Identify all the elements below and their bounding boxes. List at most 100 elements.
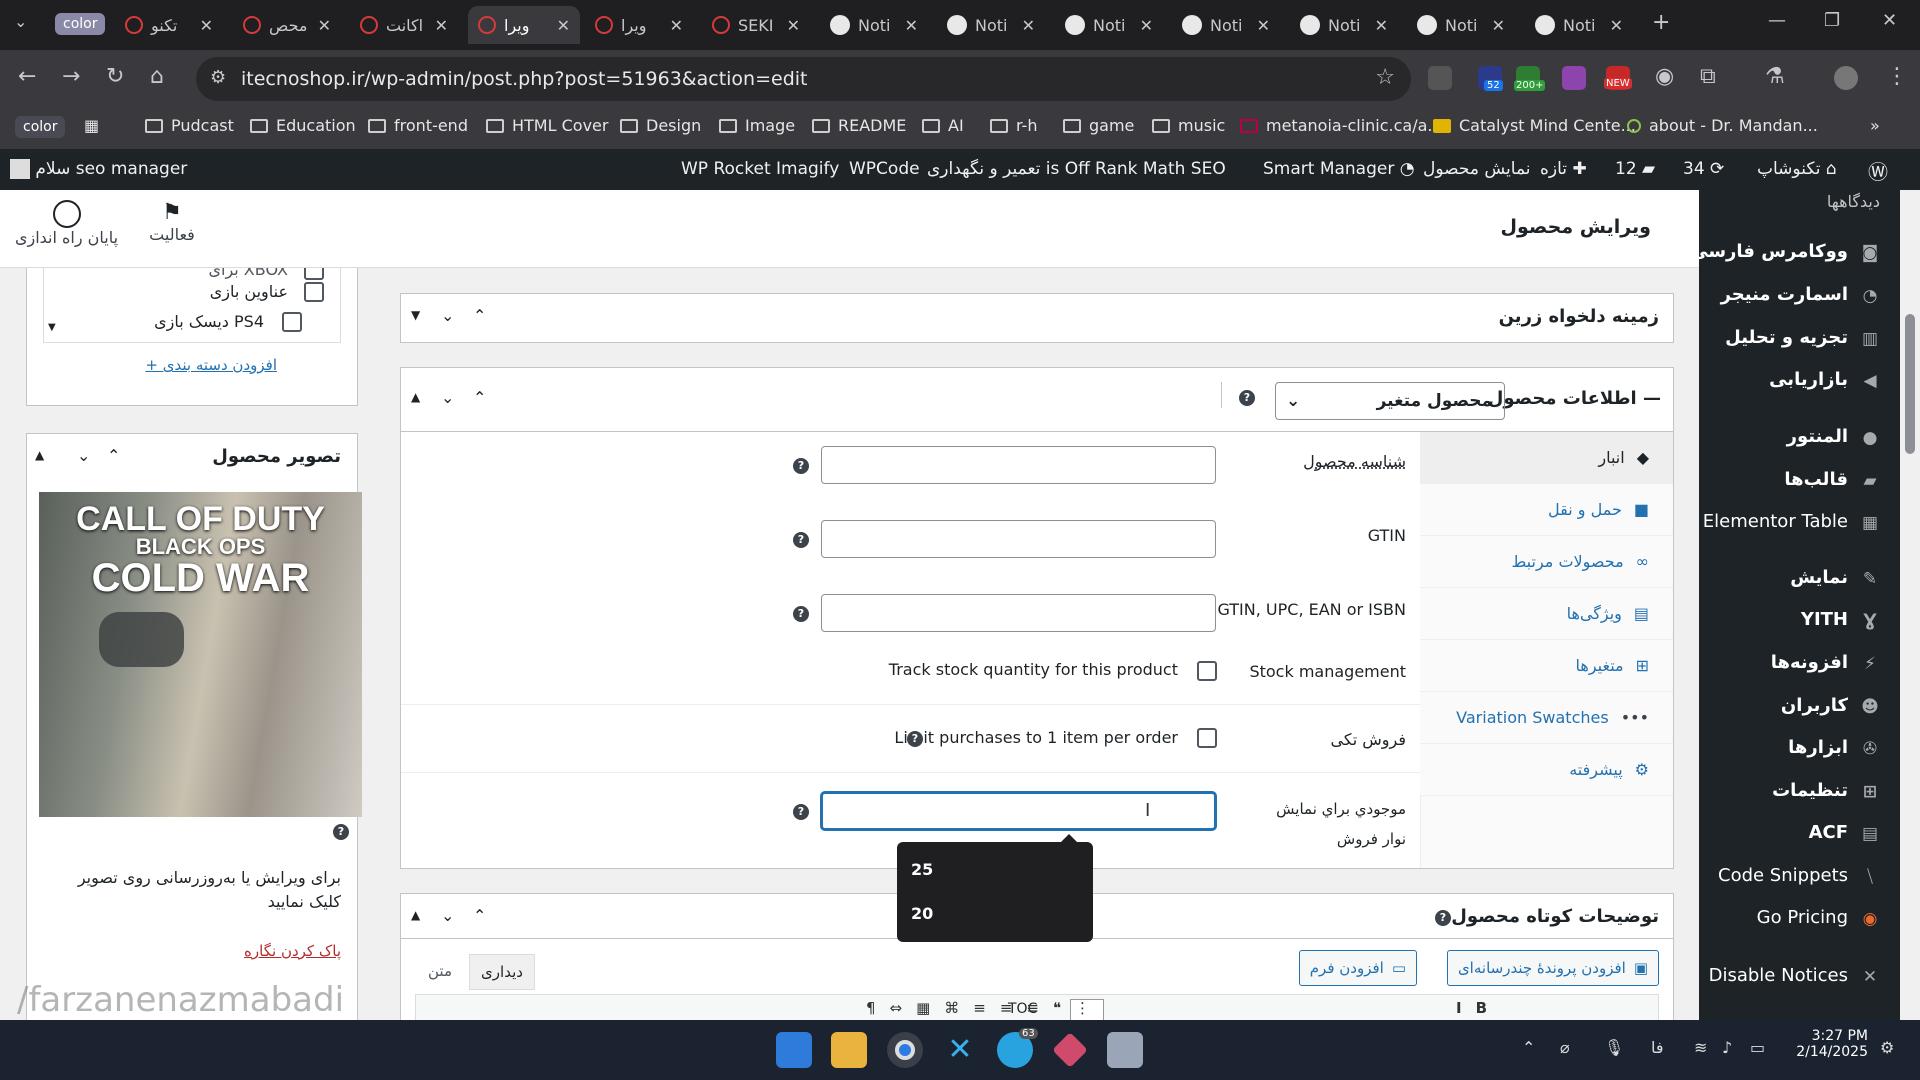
toggle-panel-icon[interactable]: ▼ — [411, 308, 420, 322]
chrome-icon[interactable] — [887, 1032, 923, 1068]
site-name-link[interactable]: تکنوشاپ ⌂ — [1757, 159, 1837, 179]
chevron-down-icon[interactable]: ⌄ — [77, 446, 90, 465]
product-type-select[interactable]: محصول متغیر ⌄ — [1275, 382, 1505, 420]
formatting-icons[interactable]: ¶⇔▦⌘≡≡≡❝⋮ — [866, 999, 1104, 1017]
tab-text[interactable]: متن — [415, 954, 465, 990]
bookmark-folder[interactable]: Pudcast — [145, 116, 234, 135]
category-checkbox[interactable] — [304, 282, 324, 302]
product-image[interactable]: CALL OF DUTY BLACK OPS COLD WAR — [39, 492, 362, 817]
close-icon[interactable]: ✕ — [1022, 16, 1035, 35]
chevron-up-icon[interactable]: ⌃ — [1522, 1038, 1535, 1057]
chevron-up-icon[interactable]: ⌃ — [107, 446, 120, 465]
manage-stock-checkbox[interactable] — [1197, 661, 1217, 681]
sidebar-item-plugins[interactable]: ⚡ افزونه‌ها — [1771, 652, 1880, 674]
browser-tab[interactable]: تکنو ✕ — [115, 6, 223, 44]
rank-math-link[interactable]: Rank Math SEO — [1095, 159, 1226, 179]
bookmark-link[interactable]: Catalyst Mind Cente... — [1433, 116, 1636, 135]
sidebar-item-smart-manager[interactable]: ◔ اسمارت منیجر — [1721, 284, 1880, 306]
tab-inventory[interactable]: انبار ◆ — [1420, 432, 1673, 484]
sidebar-item-appearance[interactable]: ✎ نمایش — [1790, 567, 1880, 589]
sidebar-item-go-pricing[interactable]: ◉ Go Pricing — [1757, 907, 1880, 929]
close-icon[interactable]: ✕ — [787, 16, 800, 35]
sidebar-item-tools[interactable]: ✇ ابزارها — [1788, 737, 1880, 759]
bookmark-folder[interactable]: HTML Cover — [486, 116, 608, 135]
toggle-panel-icon[interactable]: ▲ — [411, 390, 420, 404]
address-bar[interactable]: ⚙ itecnoshop.ir/wp-admin/post.php?post=5… — [196, 57, 1411, 101]
sidebar-item-templates[interactable]: ▰ قالب‌ها — [1784, 469, 1880, 491]
extension-icon[interactable]: NEW — [1604, 66, 1632, 90]
close-icon[interactable]: ✕ — [1140, 16, 1153, 35]
sidebar-item-yith[interactable]: Ɣ YITH — [1801, 609, 1880, 631]
bookmark-folder[interactable]: front-end — [368, 116, 468, 135]
sidebar-item-elementor[interactable]: ● المنتور — [1787, 426, 1880, 448]
bookmark-star-icon[interactable]: ☆ — [1375, 65, 1395, 90]
extensions-puzzle-icon[interactable]: ⧉ — [1700, 64, 1716, 89]
tab-search-icon[interactable]: ⌄ — [14, 12, 27, 31]
sidebar-item-acf[interactable]: ▤ ACF — [1809, 822, 1880, 844]
bookmark-link[interactable]: about - Dr. Mandan... — [1627, 116, 1818, 135]
my-account-link[interactable]: سلام seo manager — [10, 159, 187, 179]
sidebar-item-woocommerce-farsi[interactable]: ◙ ووکامرس فارسی — [1690, 241, 1880, 263]
sidebar-item-code-snippets[interactable]: ⧸ Code Snippets — [1718, 865, 1880, 887]
help-icon[interactable]: ? — [793, 458, 809, 474]
help-icon[interactable]: ? — [1239, 390, 1255, 406]
network-off-icon[interactable]: ⌀ — [1560, 1038, 1570, 1057]
forward-arrow-icon[interactable]: → — [62, 64, 80, 89]
sold-individually-checkbox[interactable] — [1197, 728, 1217, 748]
tab-variations[interactable]: متغیرها ⊞ — [1420, 640, 1673, 692]
help-icon[interactable]: ? — [793, 606, 809, 622]
category-checkbox[interactable] — [282, 312, 302, 332]
smart-manager-link[interactable]: Smart Manager ◔ — [1263, 159, 1415, 179]
browser-tab[interactable]: SEKI ✕ — [702, 6, 810, 44]
bookmark-folder[interactable]: AI — [922, 116, 964, 135]
app-icon[interactable] — [1052, 1032, 1088, 1068]
activity-button[interactable]: ⚑ فعالیت — [147, 200, 197, 244]
bookmark-link[interactable]: metanoia-clinic.ca/a... — [1240, 116, 1443, 135]
gtin-upc-input[interactable] — [821, 594, 1216, 632]
toggle-panel-icon[interactable]: ▲ — [35, 448, 44, 462]
tab-visual[interactable]: دیداری — [469, 954, 535, 990]
view-product-link[interactable]: نمایش محصول — [1423, 159, 1531, 179]
wifi-icon[interactable]: ≋ — [1694, 1038, 1707, 1057]
browser-tab[interactable]: Noti ✕ — [820, 6, 928, 44]
add-media-button[interactable]: افزودن پروندهٔ چندرسانه‌ای ▣ — [1446, 950, 1659, 986]
browser-tab[interactable]: Noti ✕ — [937, 6, 1045, 44]
vscode-icon[interactable]: ✕ — [942, 1032, 978, 1068]
chrome-labs-icon[interactable]: ⚗ — [1765, 64, 1785, 89]
maintenance-link[interactable]: تعمیر و نگهداری is Off — [927, 159, 1090, 179]
chevron-down-icon[interactable]: ⌄ — [441, 906, 454, 925]
bookmark-folder[interactable]: Education — [250, 116, 356, 135]
sku-input[interactable] — [821, 446, 1216, 484]
window-close-icon[interactable]: ✕ — [1882, 10, 1897, 31]
microphone-icon[interactable]: 🎙 — [1604, 1038, 1624, 1057]
bookmark-folder[interactable]: r-h — [990, 116, 1037, 135]
site-info-icon[interactable]: ⚙ — [210, 67, 226, 88]
chevron-up-icon[interactable]: ⌃ — [473, 306, 486, 325]
browser-tab[interactable]: Noti ✕ — [1290, 6, 1398, 44]
bookmark-folder[interactable]: Design — [620, 116, 701, 135]
toggle-panel-icon[interactable]: ▲ — [411, 908, 420, 922]
sidebar-item-users[interactable]: ☻ کاربران — [1781, 695, 1880, 717]
telegram-icon[interactable]: 63 — [997, 1028, 1038, 1068]
close-icon[interactable]: ✕ — [670, 16, 683, 35]
bold-italic-icons[interactable]: IB — [1456, 999, 1501, 1017]
close-icon[interactable]: ✕ — [1492, 16, 1505, 35]
clock[interactable]: 3:27 PM 2/14/2025 — [1792, 1028, 1868, 1060]
chevron-down-icon[interactable]: ⌄ — [441, 306, 454, 325]
browser-tab[interactable]: اکانت ✕ — [350, 6, 458, 44]
end-setup-button[interactable]: پایان راه اندازی — [14, 200, 119, 247]
bookmark-folder[interactable]: README — [812, 116, 906, 135]
help-icon[interactable]: ? — [793, 532, 809, 548]
battery-icon[interactable]: ▭ — [1750, 1038, 1765, 1057]
reload-icon[interactable]: ↻ — [106, 64, 124, 89]
wordpress-logo-icon[interactable]: Ⓦ — [1868, 156, 1888, 185]
file-explorer-icon[interactable] — [831, 1032, 867, 1068]
browser-tab[interactable]: Noti ✕ — [1525, 6, 1633, 44]
bookmark-folder[interactable]: music — [1152, 116, 1225, 135]
shield-extension-icon[interactable] — [1428, 66, 1452, 90]
sidebar-item-analytics[interactable]: ▥ تجزیه و تحلیل — [1725, 327, 1880, 349]
close-icon[interactable]: ✕ — [435, 16, 448, 35]
help-icon[interactable]: ? — [907, 731, 923, 747]
close-icon[interactable]: ✕ — [905, 16, 918, 35]
new-content-link[interactable]: تازه ✚ — [1540, 159, 1587, 179]
